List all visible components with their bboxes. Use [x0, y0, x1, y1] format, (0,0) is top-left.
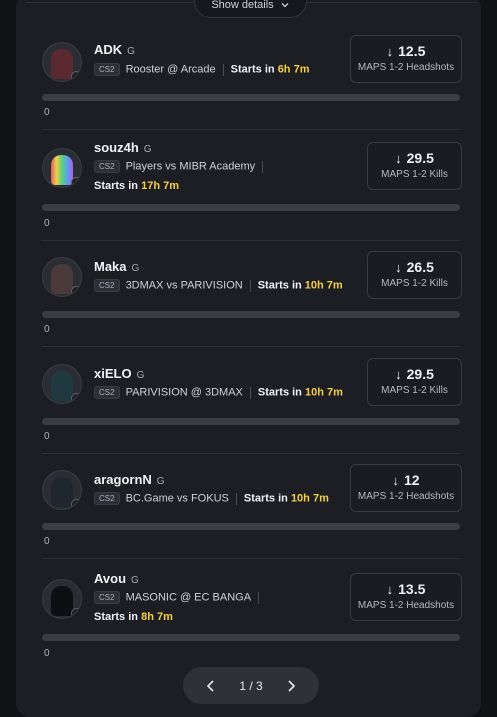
arrow-down-icon: ↓	[386, 582, 394, 597]
match-name: PARIVISION @ 3DMAX	[125, 386, 243, 399]
progress-value: 0	[44, 536, 50, 547]
progress-value: 0	[44, 218, 50, 229]
divider	[42, 240, 460, 241]
player-name: souz4h	[94, 140, 139, 155]
prop-card[interactable]: Avou G CS2 MASONIC @ EC BANGA Starts in 8h…	[42, 567, 462, 659]
player-name: aragornN	[94, 472, 152, 487]
stat-type: MAPS 1-2 Headshots	[357, 62, 455, 73]
stat-type: MAPS 1-2 Kills	[381, 385, 448, 396]
game-tag: CS2	[94, 63, 120, 76]
player-name: ADK	[94, 42, 123, 57]
line-button[interactable]: ↓ 26.5 MAPS 1-2 Kills	[367, 251, 462, 299]
line-value: 29.5	[406, 366, 434, 382]
prop-card[interactable]: souz4h G CS2 Players vs MIBR Academy Start…	[42, 138, 462, 229]
avatar	[42, 364, 82, 404]
line-value: 29.5	[406, 150, 434, 166]
divider	[42, 558, 460, 559]
show-details-label: Show details	[211, 0, 274, 11]
line-button[interactable]: ↓ 29.5 MAPS 1-2 Kills	[367, 358, 462, 406]
stat-type: MAPS 1-2 Kills	[381, 169, 448, 180]
prop-card[interactable]: aragornN G CS2 BC.Game vs FOKUS Starts in 1…	[42, 464, 462, 548]
avatar-status-badge	[71, 71, 81, 81]
arrow-down-icon: ↓	[395, 367, 402, 382]
start-time: Starts in 10h 7m	[257, 279, 343, 292]
player-name: Maka	[94, 259, 127, 274]
line-button[interactable]: ↓ 12 MAPS 1-2 Headshots	[350, 464, 462, 512]
stat-type: MAPS 1-2 Headshots	[357, 491, 455, 502]
arrow-down-icon: ↓	[395, 260, 402, 275]
game-tag: CS2	[94, 591, 120, 604]
start-time: Starts in 10h 7m	[257, 386, 343, 399]
start-time: Starts in 6h 7m	[230, 63, 310, 76]
progress-value: 0	[44, 648, 50, 659]
match-name: Players vs MIBR Academy	[125, 160, 256, 173]
progress-value: 0	[44, 324, 50, 335]
stat-type: MAPS 1-2 Kills	[381, 278, 448, 289]
game-tag: CS2	[94, 160, 120, 173]
avatar-status-badge	[71, 499, 81, 509]
player-role: G	[131, 263, 140, 274]
player-role: G	[143, 144, 152, 155]
player-name: xiELO	[94, 366, 132, 381]
progress-bar	[42, 311, 460, 318]
player-role: G	[127, 46, 135, 57]
player-role: G	[131, 575, 139, 586]
progress-bar	[42, 523, 460, 530]
line-value: 13.5	[398, 581, 426, 597]
player-role: G	[156, 476, 165, 487]
prop-card[interactable]: xiELO G CS2 PARIVISION @ 3DMAX Starts in 10…	[42, 358, 462, 442]
match-name: MASONIC @ EC BANGA	[125, 591, 252, 604]
divider	[42, 453, 460, 454]
line-button[interactable]: ↓ 13.5 MAPS 1-2 Headshots	[350, 573, 462, 621]
avatar	[42, 579, 82, 619]
start-time: Starts in 10h 7m	[243, 492, 329, 505]
progress-bar	[42, 418, 460, 425]
match-name: 3DMAX vs PARIVISION	[125, 279, 243, 292]
prop-card[interactable]: Maka G CS2 3DMAX vs PARIVISION Starts in 10…	[42, 251, 462, 335]
avatar-status-badge	[71, 608, 81, 618]
avatar	[42, 257, 82, 297]
line-value: 12	[403, 472, 420, 488]
chevron-left-icon[interactable]	[205, 679, 217, 693]
avatar	[42, 42, 82, 82]
player-name: Avou	[94, 571, 127, 586]
player-role: G	[136, 370, 145, 381]
chevron-right-icon[interactable]	[285, 679, 297, 693]
progress-value: 0	[44, 431, 50, 442]
line-button[interactable]: ↓ 12.5 MAPS 1-2 Headshots	[350, 35, 462, 83]
game-tag: CS2	[94, 386, 120, 399]
avatar	[42, 148, 82, 188]
show-details-button[interactable]: Show details	[194, 0, 307, 18]
avatar-status-badge	[71, 286, 81, 296]
arrow-down-icon: ↓	[386, 44, 394, 59]
progress-bar	[42, 94, 460, 101]
stat-type: MAPS 1-2 Headshots	[357, 600, 455, 611]
line-button[interactable]: ↓ 29.5 MAPS 1-2 Kills	[367, 142, 462, 190]
arrow-down-icon: ↓	[392, 473, 399, 488]
avatar-status-badge	[71, 177, 81, 187]
divider	[42, 129, 460, 130]
arrow-down-icon: ↓	[395, 151, 402, 166]
page-indicator: 1 / 3	[239, 678, 263, 693]
game-tag: CS2	[94, 492, 120, 505]
progress-bar	[42, 204, 460, 211]
start-time: Starts in 17h 7m	[94, 180, 179, 192]
prop-card[interactable]: ADK G CS2 Rooster @ Arcade Starts in 6h 7m …	[42, 35, 462, 118]
chevron-down-icon	[281, 3, 289, 8]
pagination: 1 / 3	[183, 667, 319, 704]
avatar-status-badge	[71, 393, 81, 403]
start-time: Starts in 8h 7m	[94, 611, 173, 623]
avatar	[42, 470, 82, 510]
line-value: 12.5	[398, 43, 426, 59]
progress-value: 0	[44, 107, 50, 118]
divider	[42, 346, 460, 347]
line-value: 26.5	[406, 259, 434, 275]
progress-bar	[42, 634, 460, 641]
match-name: Rooster @ Arcade	[125, 63, 216, 76]
match-name: BC.Game vs FOKUS	[125, 492, 229, 505]
game-tag: CS2	[94, 279, 120, 292]
